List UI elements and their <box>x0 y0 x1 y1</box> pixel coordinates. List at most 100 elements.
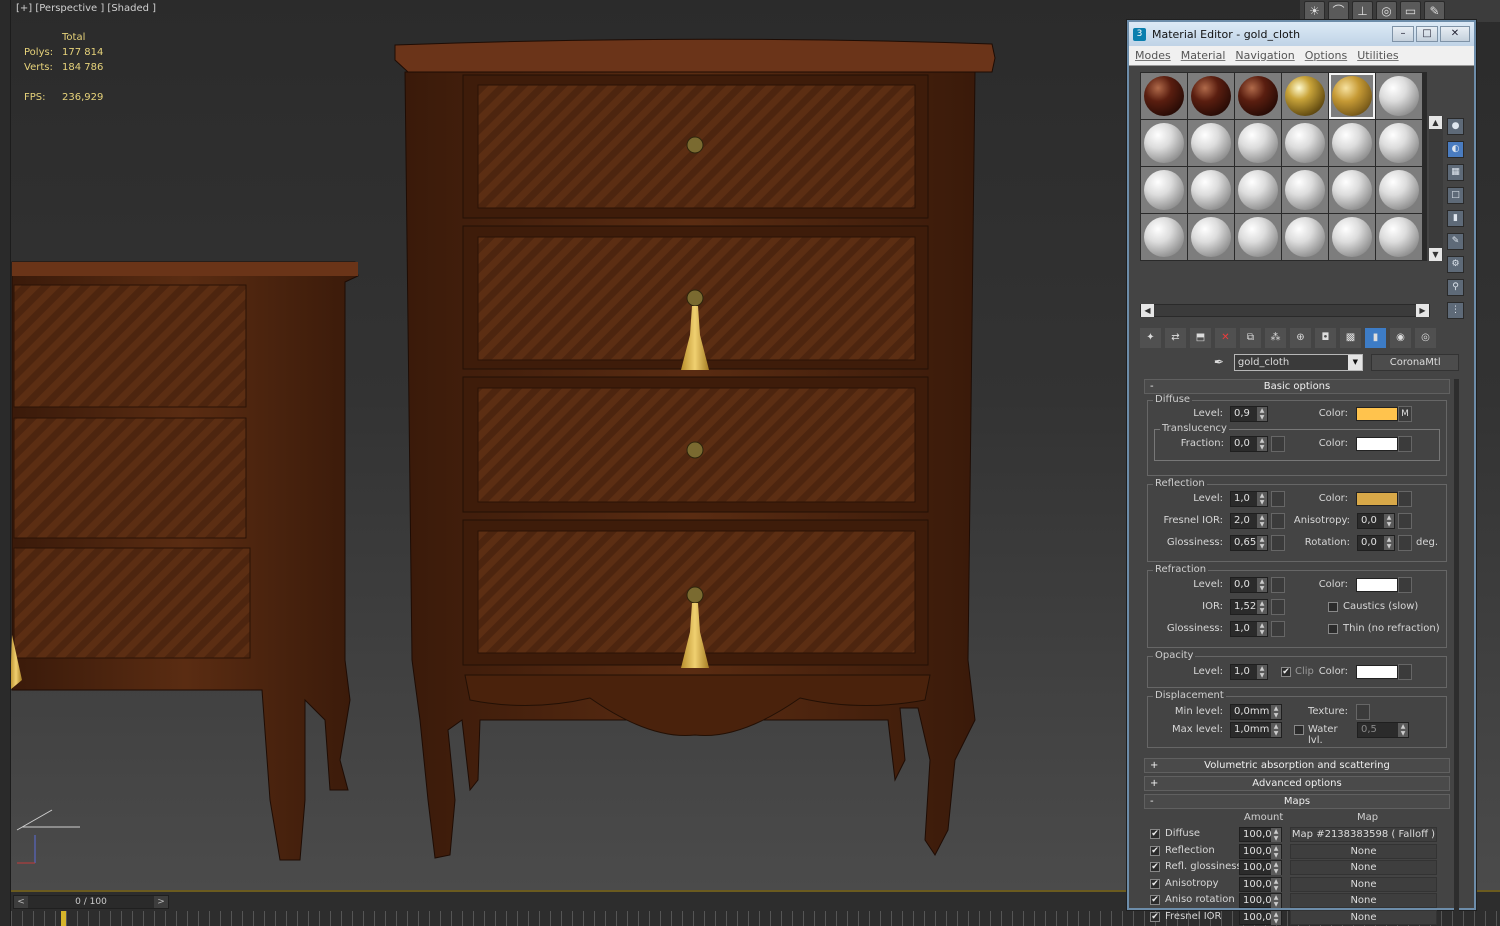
sample-slot[interactable] <box>1329 167 1375 213</box>
next-frame-button[interactable]: > <box>154 896 168 908</box>
select-by-material-icon[interactable]: ⚲ <box>1447 279 1464 296</box>
assign-to-selection-icon[interactable]: ⬒ <box>1190 328 1211 348</box>
sample-slot[interactable] <box>1141 214 1187 260</box>
diffuse-color-swatch[interactable] <box>1356 407 1398 421</box>
refraction-color-map-button[interactable] <box>1398 577 1412 593</box>
menu-utilities[interactable]: Utilities <box>1357 49 1398 62</box>
rollout-advanced-options[interactable]: + Advanced options <box>1144 776 1450 791</box>
go-to-parent-icon[interactable]: ◉ <box>1390 328 1411 348</box>
refraction-glossiness-map-button[interactable] <box>1271 621 1285 637</box>
spinner-arrows-icon[interactable]: ▲ ▼ <box>1271 705 1281 719</box>
spinner-arrows-icon[interactable]: ▲ ▼ <box>1271 894 1281 909</box>
opacity-color-swatch[interactable] <box>1356 665 1398 679</box>
go-forward-sibling-icon[interactable]: ◎ <box>1415 328 1436 348</box>
map-enable-checkbox[interactable]: ✔ <box>1150 845 1160 856</box>
displacement-texture-button[interactable] <box>1356 704 1370 720</box>
material-name-field[interactable]: gold_cloth ▼ <box>1233 354 1364 371</box>
refraction-level-spinner[interactable]: 0,0 ▲ ▼ <box>1230 577 1268 593</box>
minimize-button[interactable]: – <box>1392 26 1414 42</box>
spinner-arrows-icon[interactable]: ▲ ▼ <box>1257 437 1267 451</box>
sample-slot[interactable] <box>1282 73 1328 119</box>
reflection-level-spinner[interactable]: 1,0 ▲ ▼ <box>1230 491 1268 507</box>
make-unique-icon[interactable]: ⁂ <box>1265 328 1286 348</box>
spinner-arrows-icon[interactable]: ▲ ▼ <box>1257 536 1267 550</box>
sample-slot[interactable] <box>1235 167 1281 213</box>
sample-slot[interactable] <box>1376 167 1422 213</box>
translucency-fraction-spinner[interactable]: 0,0 ▲ ▼ <box>1230 436 1268 452</box>
rollout-basic-options[interactable]: - Basic options <box>1144 379 1450 394</box>
reflection-glossiness-spinner[interactable]: 0,65 ▲ ▼ <box>1230 535 1268 551</box>
eyedropper-icon[interactable]: ✒ <box>1209 354 1229 371</box>
scroll-right-icon[interactable]: ▶ <box>1416 304 1429 317</box>
map-enable-checkbox[interactable]: ✔ <box>1150 895 1160 906</box>
scroll-left-icon[interactable]: ◀ <box>1141 304 1154 317</box>
anisotropy-spinner[interactable]: 0,0 ▲ ▼ <box>1357 513 1395 529</box>
map-amount-spinner[interactable]: 100,0 ▲ ▼ <box>1239 909 1282 925</box>
menu-options[interactable]: Options <box>1305 49 1347 62</box>
translucency-color-swatch[interactable] <box>1356 437 1398 451</box>
map-enable-checkbox[interactable]: ✔ <box>1150 911 1160 922</box>
diffuse-level-spinner[interactable]: 0,9 ▲ ▼ <box>1230 406 1268 422</box>
map-amount-spinner[interactable]: 100,0 ▲ ▼ <box>1239 893 1282 909</box>
translucency-map-button[interactable] <box>1271 436 1285 452</box>
map-amount-spinner[interactable]: 100,0 ▲ ▼ <box>1239 827 1282 842</box>
sun-icon[interactable]: ☀ <box>1304 1 1325 21</box>
backlight-icon[interactable]: ◐ <box>1447 141 1464 158</box>
map-slot-button[interactable]: None <box>1290 843 1437 859</box>
ior-spinner[interactable]: 1,52 ▲ ▼ <box>1230 599 1268 615</box>
menu-navigation[interactable]: Navigation <box>1235 49 1294 62</box>
get-material-icon[interactable]: ✦ <box>1140 328 1161 348</box>
put-to-library-icon[interactable]: ⊕ <box>1290 328 1311 348</box>
spinner-arrows-icon[interactable]: ▲ ▼ <box>1257 600 1267 614</box>
spinner-arrows-icon[interactable]: ▲ ▼ <box>1384 536 1394 550</box>
refraction-level-map-button[interactable] <box>1271 577 1285 593</box>
show-shaded-material-icon[interactable]: ▩ <box>1340 328 1361 348</box>
material-editor-titlebar[interactable]: 3 Material Editor - gold_cloth – □ ✕ <box>1129 22 1474 46</box>
spinner-arrows-icon[interactable]: ▲ ▼ <box>1257 622 1267 636</box>
sample-slot[interactable] <box>1188 120 1234 166</box>
sample-slot[interactable] <box>1141 167 1187 213</box>
prev-frame-button[interactable]: < <box>14 896 28 908</box>
reflection-color-map-button[interactable] <box>1398 491 1412 507</box>
spinner-arrows-icon[interactable]: ▲ ▼ <box>1271 910 1281 925</box>
spinner-arrows-icon[interactable]: ▲ ▼ <box>1271 723 1281 737</box>
utilities-icon[interactable]: ✎ <box>1424 1 1445 21</box>
displacement-min-spinner[interactable]: 0,0mm ▲ ▼ <box>1230 704 1282 720</box>
clip-checkbox[interactable]: ✔ <box>1281 667 1291 677</box>
spinner-arrows-icon[interactable]: ▲ ▼ <box>1257 665 1267 679</box>
make-preview-icon[interactable]: ✎ <box>1447 233 1464 250</box>
maximize-button[interactable]: □ <box>1416 26 1438 42</box>
reset-map-icon[interactable]: ✕ <box>1215 328 1236 348</box>
material-id-channel-icon[interactable]: ◘ <box>1315 328 1336 348</box>
spinner-arrows-icon[interactable]: ▲ ▼ <box>1271 861 1281 876</box>
sample-slot[interactable] <box>1329 120 1375 166</box>
slots-vertical-scrollbar[interactable]: ▲ ▼ <box>1429 116 1443 261</box>
hierarchy-icon[interactable]: ⊥ <box>1352 1 1373 21</box>
opacity-map-button[interactable] <box>1398 664 1412 680</box>
map-enable-checkbox[interactable]: ✔ <box>1150 829 1160 839</box>
map-slot-button[interactable]: Map #2138383598 ( Falloff ) <box>1290 827 1437 842</box>
menu-modes[interactable]: Modes <box>1135 49 1171 62</box>
spinner-arrows-icon[interactable]: ▲ ▼ <box>1271 844 1281 859</box>
make-copy-icon[interactable]: ⧉ <box>1240 328 1261 348</box>
rotation-map-button[interactable] <box>1398 535 1412 551</box>
reflection-level-map-button[interactable] <box>1271 491 1285 507</box>
put-to-scene-icon[interactable]: ⇄ <box>1165 328 1186 348</box>
water-level-spinner[interactable]: 0,5 ▲ ▼ <box>1357 722 1409 738</box>
refraction-color-swatch[interactable] <box>1356 578 1398 592</box>
spinner-arrows-icon[interactable]: ▲ ▼ <box>1257 514 1267 528</box>
sample-slot[interactable] <box>1282 120 1328 166</box>
sample-slot[interactable] <box>1376 120 1422 166</box>
spinner-arrows-icon[interactable]: ▲ ▼ <box>1398 723 1408 737</box>
map-amount-spinner[interactable]: 100,0 ▲ ▼ <box>1239 860 1282 876</box>
options-icon[interactable]: ⚙ <box>1447 256 1464 273</box>
spinner-arrows-icon[interactable]: ▲ ▼ <box>1271 877 1281 892</box>
video-color-check-icon[interactable]: ▮ <box>1447 210 1464 227</box>
water-level-checkbox[interactable] <box>1294 725 1304 735</box>
opacity-level-spinner[interactable]: 1,0 ▲ ▼ <box>1230 664 1268 680</box>
ior-map-button[interactable] <box>1271 599 1285 615</box>
timeline-current-frame-marker[interactable] <box>61 911 66 926</box>
sample-slot[interactable] <box>1141 120 1187 166</box>
sample-slot[interactable] <box>1329 214 1375 260</box>
spinner-arrows-icon[interactable]: ▲ ▼ <box>1384 514 1394 528</box>
